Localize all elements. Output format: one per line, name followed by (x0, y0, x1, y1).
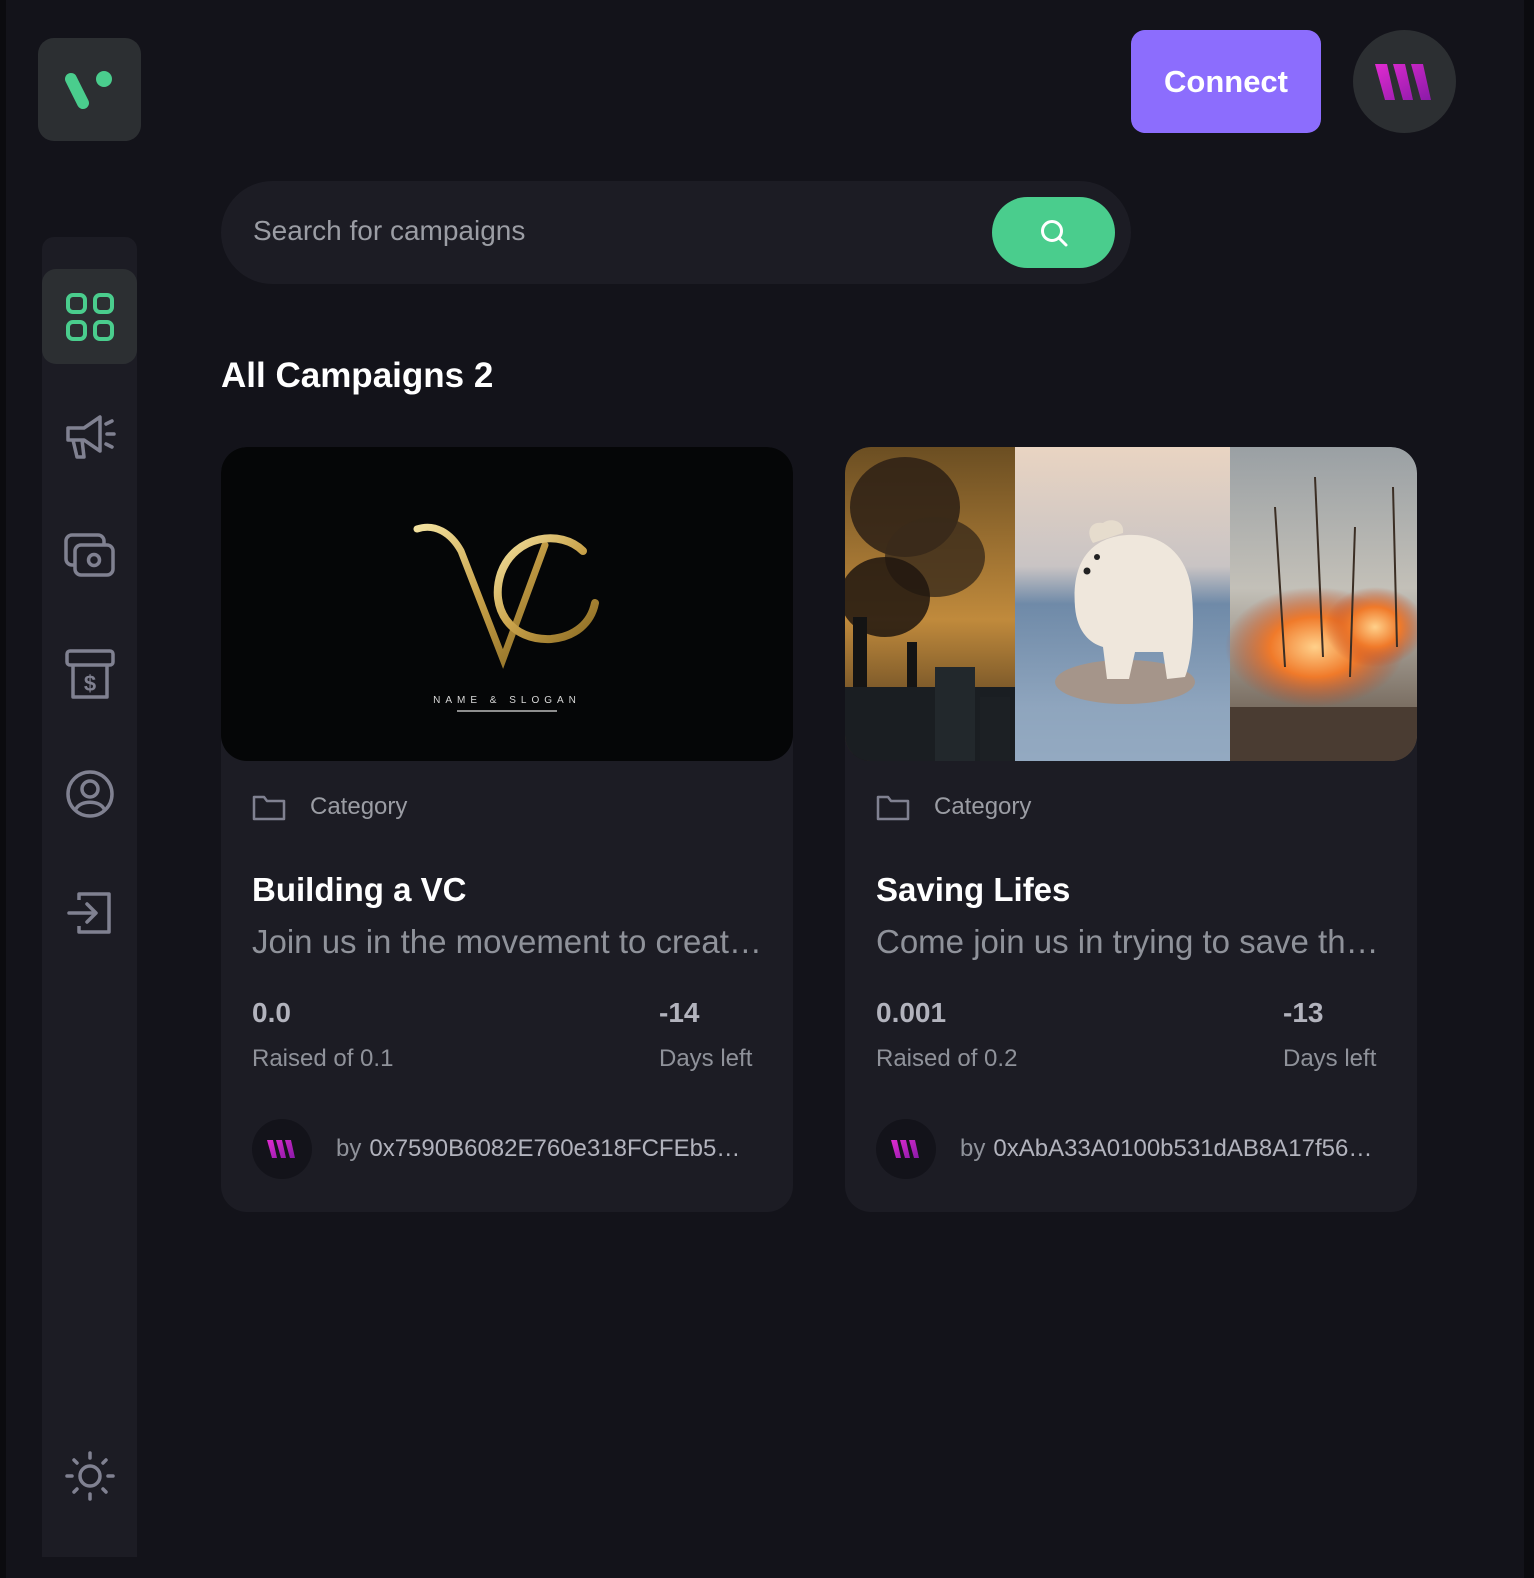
profile-icon (65, 769, 114, 818)
campaign-image (845, 447, 1417, 761)
search-button[interactable] (992, 197, 1115, 268)
logout-icon (66, 891, 111, 934)
sidebar-item-withdraw[interactable]: $ (42, 627, 137, 722)
dashboard-icon (65, 292, 114, 341)
profile-avatar-button[interactable] (1353, 30, 1456, 133)
sidebar: $ (42, 237, 137, 1557)
campaign-title: Building a VC (252, 871, 467, 908)
window-edge-right (1524, 0, 1534, 1578)
search-icon (1040, 219, 1067, 246)
brand-w-icon (891, 1140, 919, 1158)
owner-row: by 0xAbA33A0100b531dAB8A17f568a... (876, 1119, 1373, 1179)
sidebar-item-dashboard[interactable] (42, 269, 137, 364)
svg-text:$: $ (83, 671, 95, 696)
category-label: Category (934, 793, 1032, 820)
theme-toggle[interactable] (42, 1428, 137, 1523)
withdraw-icon: $ (64, 648, 115, 699)
brand-w-icon (1374, 63, 1431, 100)
owner-prefix: by (960, 1135, 986, 1162)
days-left-value: -14 (659, 997, 700, 1028)
brand-w-icon (267, 1140, 295, 1158)
campaign-card[interactable]: NAME & SLOGAN Category Building a VC Joi… (221, 447, 793, 1212)
days-left-value: -13 (1283, 997, 1324, 1028)
raised-amount: 0.0 (252, 997, 291, 1028)
raised-amount: 0.001 (876, 997, 947, 1028)
owner-avatar (252, 1119, 312, 1179)
logo-slogan-text: NAME & SLOGAN (433, 695, 581, 706)
raised-label: Raised of 0.2 (876, 1045, 1018, 1072)
category-label: Category (310, 793, 408, 820)
campaign-card[interactable]: Category Saving Lifes Come join us in tr… (845, 447, 1417, 1212)
sidebar-item-campaign[interactable] (42, 389, 137, 484)
campaign-image: NAME & SLOGAN (221, 447, 793, 761)
sidebar-item-profile[interactable] (42, 746, 137, 841)
campaign-description: Come join us in trying to save the plane… (876, 923, 1391, 960)
logo-mark-icon (64, 70, 112, 109)
search-input[interactable] (253, 209, 973, 253)
folder-icon (876, 795, 910, 821)
owner-avatar (876, 1119, 936, 1179)
days-left-label: Days left (1283, 1045, 1377, 1072)
sidebar-item-payment[interactable] (42, 508, 137, 603)
folder-icon (252, 795, 286, 821)
sun-icon (64, 1450, 115, 1501)
category-row: Category (252, 793, 407, 821)
campaign-description: Join us in the movement to create a new … (252, 923, 767, 960)
days-left-label: Days left (659, 1045, 753, 1072)
owner-address: 0xAbA33A0100b531dAB8A17f568a... (993, 1135, 1374, 1162)
owner-row: by 0x7590B6082E760e318FCFEb5A2... (252, 1119, 749, 1179)
category-row: Category (876, 793, 1031, 821)
search-bar (221, 181, 1131, 284)
megaphone-icon (65, 414, 116, 459)
window-edge-left (0, 0, 6, 1578)
campaign-title: Saving Lifes (876, 871, 1071, 908)
raised-label: Raised of 0.1 (252, 1045, 394, 1072)
sidebar-item-logout[interactable] (42, 865, 137, 960)
page-title: All Campaigns 2 (221, 356, 494, 395)
owner-address: 0x7590B6082E760e318FCFEb5A2... (369, 1135, 750, 1162)
owner-prefix: by (336, 1135, 362, 1162)
connect-button[interactable]: Connect (1131, 30, 1321, 133)
payment-icon (63, 532, 115, 577)
app-logo[interactable] (38, 38, 141, 141)
